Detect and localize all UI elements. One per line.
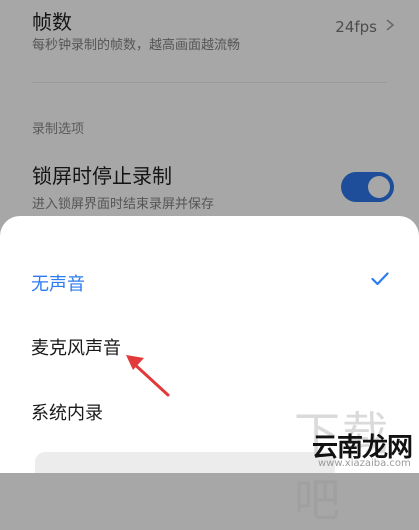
option-no-sound[interactable]: 无声音 xyxy=(31,270,85,296)
frame-rate-value[interactable]: 24fps xyxy=(335,18,377,36)
red-arrow-annotation xyxy=(126,355,170,397)
frame-rate-title: 帧数 xyxy=(32,10,72,34)
watermark-url: www.xiazaiba.com xyxy=(318,458,411,469)
frame-rate-subtitle: 每秒钟录制的帧数，越高画面越流畅 xyxy=(32,38,241,53)
chevron-right-icon xyxy=(386,19,395,31)
divider xyxy=(32,82,387,83)
option-microphone-sound[interactable]: 麦克风声音 xyxy=(31,334,121,360)
option-system-audio[interactable]: 系统内录 xyxy=(31,399,103,425)
lock-stop-title: 锁屏时停止录制 xyxy=(32,164,172,188)
lock-stop-toggle[interactable] xyxy=(341,172,394,202)
lock-stop-subtitle: 进入锁屏界面时结束录屏并保存 xyxy=(32,197,215,212)
toggle-knob xyxy=(368,176,390,198)
checkmark-icon xyxy=(371,272,389,286)
section-label-recording-options: 录制选项 xyxy=(32,122,85,137)
bottom-partial-row xyxy=(35,452,335,473)
